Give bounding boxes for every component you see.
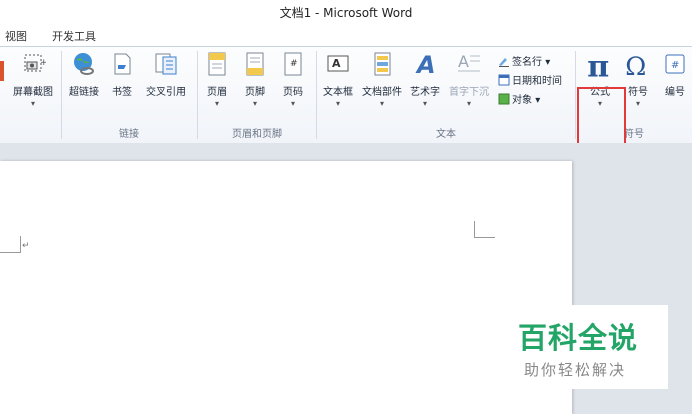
page-number-label: 页码 <box>283 87 303 98</box>
pi-icon: π <box>587 51 609 81</box>
svg-text:#: # <box>290 59 298 69</box>
object-button[interactable]: 对象 ▾ <box>498 91 540 106</box>
dropdown-arrow-icon: ▾ <box>214 99 219 108</box>
margin-corner-left <box>0 236 21 253</box>
dropdown-arrow-icon: ▾ <box>335 99 340 108</box>
shapes-icon[interactable] <box>0 61 4 81</box>
svg-text:Ω: Ω <box>625 51 646 81</box>
margin-corner-right <box>474 221 495 238</box>
screenshot-button[interactable]: + 屏幕截图 ▾ <box>8 51 58 108</box>
wordart-button[interactable]: A 艺术字 ▾ <box>406 51 444 108</box>
dropdown-arrow-icon: ▾ <box>466 99 471 108</box>
hyperlink-label: 超链接 <box>69 87 99 98</box>
quick-parts-button[interactable]: 文档部件 ▾ <box>360 51 404 108</box>
paragraph-mark: ↵ <box>22 241 30 251</box>
screenshot-label: 屏幕截图 <box>13 87 53 98</box>
signature-line-icon <box>499 58 509 67</box>
numbering-label: 编号 <box>665 87 685 98</box>
text-box-icon: A <box>327 55 349 72</box>
svg-text:A: A <box>415 51 436 77</box>
dropdown-arrow-icon: ▾ <box>545 57 551 68</box>
object-icon <box>498 93 510 105</box>
footer-label: 页脚 <box>245 87 265 98</box>
svg-text:+: + <box>40 58 46 68</box>
tab-developer[interactable]: 开发工具 <box>52 28 96 44</box>
dropdown-arrow-icon: ▾ <box>252 99 257 108</box>
signature-line-button[interactable]: 签名行 ▾ <box>498 53 550 68</box>
symbol-button[interactable]: Ω 符号 ▾ <box>622 51 654 108</box>
cross-reference-button[interactable]: 交叉引用 <box>142 51 190 98</box>
svg-text:#: # <box>671 60 679 71</box>
object-label: 对象 <box>512 95 532 106</box>
dropdown-arrow-icon: ▾ <box>422 99 427 108</box>
footer-icon <box>246 52 264 76</box>
signature-line-label: 签名行 <box>512 57 542 68</box>
svg-text:A: A <box>332 57 341 70</box>
quick-parts-label: 文档部件 <box>362 87 402 98</box>
dropdown-arrow-icon: ▾ <box>535 95 541 106</box>
wordart-icon: A <box>415 51 436 77</box>
text-box-button[interactable]: A 文本框 ▾ <box>320 51 356 108</box>
window-title: 文档1 - Microsoft Word <box>279 6 413 20</box>
cross-reference-label: 交叉引用 <box>146 87 186 98</box>
drop-cap-icon: A <box>458 52 480 72</box>
ribbon: + 屏幕截图 ▾ 超链接 书签 交叉引用 链接 页眉 ▾ 页脚 ▾ # 页码 ▾… <box>0 46 692 169</box>
svg-text:π: π <box>587 51 609 81</box>
screenshot-icon: + <box>24 54 46 72</box>
svg-text:A: A <box>458 52 469 71</box>
bookmark-icon <box>114 53 131 75</box>
dropdown-arrow-icon: ▾ <box>290 99 295 108</box>
wordart-label: 艺术字 <box>410 87 440 98</box>
document-page[interactable]: ↵ <box>0 161 572 414</box>
bookmark-label: 书签 <box>112 87 132 98</box>
dropdown-arrow-icon: ▾ <box>379 99 384 108</box>
watermark-subtitle: 助你轻松解决 <box>524 361 627 379</box>
numbering-button[interactable]: # 编号 <box>660 51 690 98</box>
title-bar: 文档1 - Microsoft Word <box>0 0 692 26</box>
text-group-label: 文本 <box>436 129 456 140</box>
numbering-icon: # <box>665 54 685 74</box>
ribbon-tab-bar: 视图 开发工具 <box>0 26 692 46</box>
tab-view[interactable]: 视图 <box>5 28 27 44</box>
drop-cap-button[interactable]: A 首字下沉 ▾ <box>446 51 492 108</box>
bookmark-button[interactable]: 书签 <box>106 51 138 98</box>
header-button[interactable]: 页眉 ▾ <box>202 51 232 108</box>
header-footer-group-label: 页眉和页脚 <box>232 129 282 140</box>
header-icon <box>208 52 226 76</box>
links-group-label: 链接 <box>119 129 139 140</box>
calendar-icon <box>498 74 510 86</box>
text-box-label: 文本框 <box>323 87 353 98</box>
watermark-title: 百科全说 <box>518 321 639 355</box>
hyperlink-globe-icon <box>74 53 94 75</box>
watermark: 百科全说 助你轻松解决 <box>514 305 668 389</box>
omega-icon: Ω <box>625 51 646 81</box>
date-time-button[interactable]: 日期和时间 <box>498 72 562 87</box>
drop-cap-label: 首字下沉 <box>449 87 489 98</box>
symbol-label: 符号 <box>628 87 648 98</box>
date-time-label: 日期和时间 <box>512 76 562 87</box>
cross-reference-icon <box>155 53 177 75</box>
page-number-icon: # <box>284 52 302 76</box>
page-number-button[interactable]: # 页码 ▾ <box>278 51 308 108</box>
dropdown-arrow-icon: ▾ <box>30 99 35 108</box>
header-label: 页眉 <box>207 87 227 98</box>
hyperlink-button[interactable]: 超链接 <box>66 51 102 98</box>
footer-button[interactable]: 页脚 ▾ <box>240 51 270 108</box>
dropdown-arrow-icon: ▾ <box>635 99 640 108</box>
quick-parts-icon <box>374 52 391 76</box>
